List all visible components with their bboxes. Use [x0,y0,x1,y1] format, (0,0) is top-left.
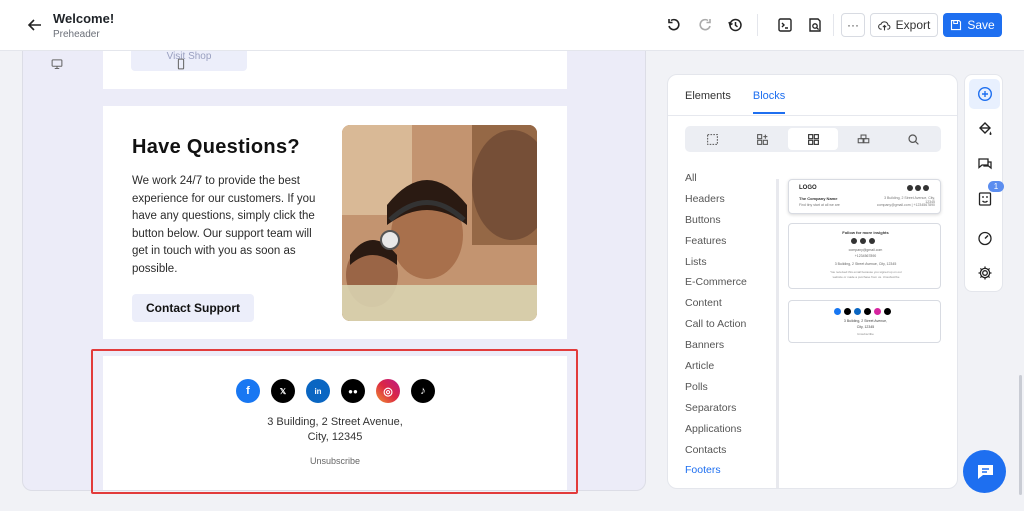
selection-highlight [91,349,578,494]
thumb-instagram-dot [874,308,881,315]
thumb-email: company@gmail.com | +1234567890 [876,203,935,207]
thumb-unsubscribe: Unsubscribe [857,332,874,336]
top-bar: Welcome! Preheader ··· Export Save [0,0,1024,51]
search-icon[interactable] [889,128,939,150]
mobile-icon[interactable] [174,57,188,71]
history-icon[interactable] [725,15,745,35]
category-e-commerce[interactable]: E-Commerce [685,272,747,293]
thumb-logo: LOGO [799,185,817,191]
preheader-label[interactable]: Preheader [53,29,114,40]
questions-title: Have Questions? [132,136,300,158]
panel-tabs: Elements Blocks [685,90,786,114]
questions-block[interactable]: Have Questions? We work 24/7 to provide … [103,106,567,339]
page-title: Welcome! [53,11,115,26]
thumb-socials [834,308,891,315]
view-switcher [685,126,941,152]
category-all[interactable]: All [685,168,747,189]
comments-icon[interactable] [969,149,1000,179]
thumb-follow: Follow for more insights [842,230,889,235]
thumb-socials [851,238,875,244]
category-polls[interactable]: Polls [685,377,747,398]
thumb-tiktok-dot [884,308,891,315]
previous-block[interactable]: Visit Shop [103,51,567,89]
thumb-social-dot [869,238,875,244]
thumb-social-dot [915,185,921,191]
footer-template-3[interactable]: 3 Building, 2 Street Avenue, City, 12345… [788,300,941,343]
side-toolbar: 1 [964,74,1004,292]
thumb-tagline: Find tiny start at all we are [799,203,840,207]
blocks-panel: Elements Blocks All Headers Buttons Feature… [667,74,958,489]
category-footers[interactable]: Footers [685,460,747,481]
thumb-phone: +1234567890 [854,254,877,258]
toolbar-divider [757,14,758,36]
code-icon[interactable] [775,15,795,35]
floppy-icon [951,19,962,31]
saved-blocks-icon[interactable] [838,128,888,150]
chat-button[interactable] [963,450,1006,493]
desktop-icon[interactable] [50,57,64,71]
add-circle-icon[interactable] [969,79,1000,109]
contact-support-button[interactable]: Contact Support [132,294,254,322]
cloud-upload-icon [877,20,891,30]
more-button[interactable]: ··· [841,13,865,37]
thumb-linkedin-dot [854,308,861,315]
category-content[interactable]: Content [685,293,747,314]
thumb-x-dot [844,308,851,315]
category-list: All Headers Buttons Features Lists E-Commerce… [685,168,747,481]
tab-elements[interactable]: Elements [685,90,731,114]
thumb-notice: You received this email because you sign… [830,270,902,279]
blocks-grid-icon[interactable] [787,128,839,150]
thumb-address: 3 Building, 2 Street Avenue, [843,319,888,323]
undo-icon[interactable] [664,15,684,35]
back-arrow-icon[interactable] [24,14,46,36]
page-scrollbar[interactable] [1019,375,1022,495]
chat-bubble-icon [977,464,993,479]
layout-grid-icon[interactable] [687,128,737,150]
thumb-socials [907,185,929,191]
category-call-to-action[interactable]: Call to Action [685,314,747,335]
category-features[interactable]: Features [685,231,747,252]
thumb-social-dot [851,238,857,244]
tab-blocks[interactable]: Blocks [752,90,786,114]
export-label: Export [895,18,931,32]
visit-shop-button[interactable]: Visit Shop [131,51,247,71]
toolbar-divider [833,14,834,36]
thumb-email: company@gmail.com [848,248,883,252]
preview-icon[interactable] [805,15,825,35]
thumb-medium-dot [864,308,871,315]
title-block: Welcome! Preheader [53,11,114,40]
category-headers[interactable]: Headers [685,189,747,210]
category-applications[interactable]: Applications [685,419,747,440]
notification-badge: 1 [988,181,1004,192]
thumb-social-dot [923,185,929,191]
category-banners[interactable]: Banners [685,335,747,356]
category-contacts[interactable]: Contacts [685,440,747,461]
thumb-address: 3 Building, 2 Street Avenue, City, 12345 [834,262,897,266]
gauge-icon[interactable] [969,223,1000,253]
thumb-city: City, 12345 [856,325,875,329]
panel-scroll-divider [776,179,779,488]
export-button[interactable]: Export [870,13,938,37]
category-separators[interactable]: Separators [685,398,747,419]
save-label: Save [967,18,995,32]
tab-divider [668,115,957,116]
category-article[interactable]: Article [685,356,747,377]
redo-icon[interactable] [695,15,715,35]
add-block-icon[interactable] [737,128,787,150]
support-photo [342,125,537,321]
thumb-facebook-dot [834,308,841,315]
questions-body: We work 24/7 to provide the best experie… [132,175,316,275]
thumb-company: The Company Name [799,196,838,201]
thumb-social-dot [860,238,866,244]
gear-icon[interactable] [969,258,1000,288]
thumb-social-dot [907,185,913,191]
category-lists[interactable]: Lists [685,252,747,273]
save-button[interactable]: Save [943,13,1002,37]
paint-bucket-icon[interactable] [969,114,1000,144]
footer-template-1[interactable]: LOGO The Company Name Find tiny start at… [788,179,941,214]
category-buttons[interactable]: Buttons [685,210,747,231]
footer-template-2[interactable]: Follow for more insights company@gmail.c… [788,223,941,289]
